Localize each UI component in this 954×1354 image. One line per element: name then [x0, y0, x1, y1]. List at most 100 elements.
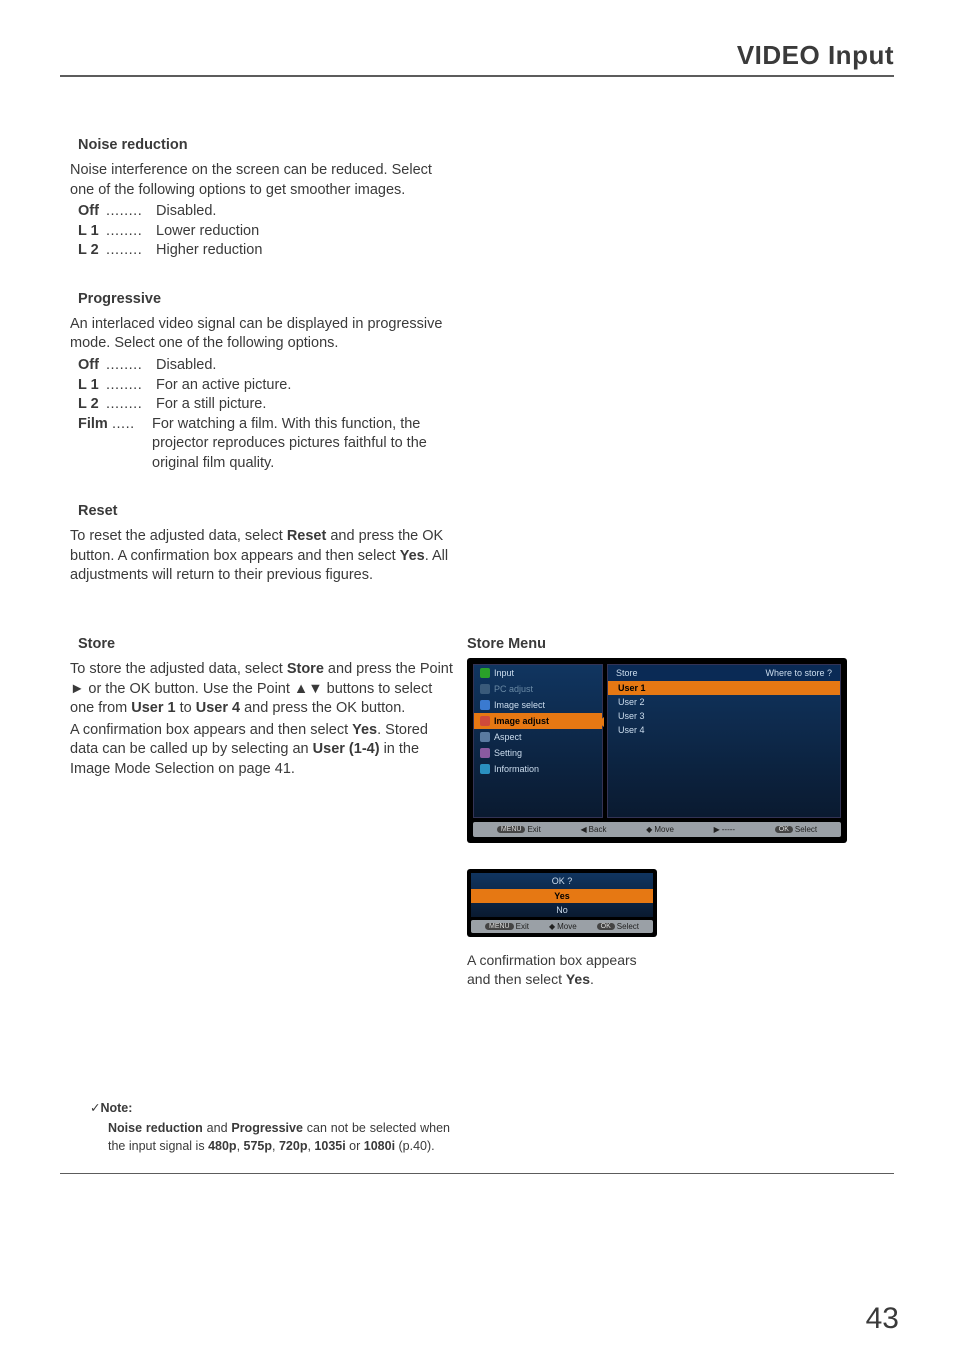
option-key: Off: [78, 356, 106, 376]
foot-move: ◆Move: [646, 825, 674, 834]
text: or: [346, 1139, 364, 1153]
sidebar-item-image-adjust: Image adjust: [474, 713, 602, 729]
text: To store the adjusted data, select: [70, 661, 287, 677]
option-key: L 1: [78, 222, 106, 242]
text: To reset the adjusted data, select: [70, 528, 287, 544]
option-value: For an active picture.: [156, 376, 455, 396]
dots: ........: [106, 376, 156, 396]
sidebar-label: Image adjust: [494, 716, 549, 726]
sidebar-label: Aspect: [494, 732, 522, 742]
option-row: L 1 ........ Lower reduction: [78, 222, 455, 242]
foot-label: Back: [589, 825, 607, 834]
section-title: Progressive: [78, 291, 455, 307]
option-row: L 2 ........ Higher reduction: [78, 241, 455, 261]
option-key: L 2: [78, 395, 106, 415]
confirm-title: OK ?: [471, 873, 653, 889]
text: to: [176, 700, 196, 716]
bold-text: Store: [287, 661, 324, 677]
bold-text: Yes: [400, 548, 425, 564]
bold-text: Yes: [566, 971, 590, 987]
foot-dash: ▶-----: [714, 825, 735, 834]
bold-text: User 4: [196, 700, 240, 716]
text: and press the OK button.: [240, 700, 405, 716]
note-header: ✓Note:: [90, 1099, 450, 1117]
cf-foot-move: ◆Move: [549, 922, 577, 931]
sidebar-item-image-select: Image select: [474, 697, 602, 713]
menu-head-right: Where to store ?: [765, 668, 832, 678]
sidebar-label: Image select: [494, 700, 545, 710]
move-icon: ◆: [549, 922, 555, 931]
ok-pill-icon: OK: [775, 826, 793, 833]
foot-label: Select: [617, 922, 639, 931]
option-value: Lower reduction: [156, 222, 455, 242]
confirm-footer: MENUExit ◆Move OKSelect: [471, 920, 653, 933]
sidebar-label: Information: [494, 764, 539, 774]
store-menu-screenshot: Input PC adjust Image select Image adjus…: [467, 658, 847, 843]
body-text: An interlaced video signal can be displa…: [70, 315, 455, 354]
sidebar-label: Input: [494, 668, 514, 678]
menu-sidebar: Input PC adjust Image select Image adjus…: [473, 664, 603, 818]
bold-text: Noise reduction: [108, 1121, 203, 1135]
cf-foot-select: OKSelect: [597, 922, 639, 931]
sidebar-item-pc-adjust: PC adjust: [474, 681, 602, 697]
bold-text: Yes: [352, 722, 377, 738]
page-header: VIDEO Input: [60, 40, 894, 77]
noise-reduction-section: Noise reduction Noise interference on th…: [60, 137, 455, 261]
option-value: For watching a film. With this function,…: [152, 415, 455, 474]
header-title: VIDEO Input: [737, 40, 894, 70]
page: VIDEO Input Noise reduction Noise interf…: [0, 0, 954, 1354]
store-menu-column: Store Menu Input PC adjust Image select …: [467, 636, 894, 989]
bold-text: User (1-4): [313, 741, 380, 757]
input-icon: [480, 668, 490, 678]
menu-pill-icon: MENU: [485, 923, 514, 930]
image-select-icon: [480, 700, 490, 710]
sidebar-item-information: Information: [474, 761, 602, 777]
note-block: ✓Note: Noise reduction and Progressive c…: [90, 1099, 450, 1155]
text: ,: [237, 1139, 244, 1153]
cf-foot-exit: MENUExit: [485, 922, 529, 931]
menu-inner: Input PC adjust Image select Image adjus…: [473, 664, 841, 818]
confirm-caption: A confirmation box appears and then sele…: [467, 951, 637, 989]
option-key: L 1: [78, 376, 106, 396]
sidebar-item-setting: Setting: [474, 745, 602, 761]
dots: ........: [106, 241, 156, 261]
reset-section: Reset To reset the adjusted data, select…: [60, 503, 455, 586]
text: and: [203, 1121, 232, 1135]
bold-text: User 1: [131, 700, 175, 716]
bold-text: 1035i: [314, 1139, 345, 1153]
section-title: Noise reduction: [78, 137, 455, 153]
foot-label: Move: [557, 922, 577, 931]
sidebar-label: PC adjust: [494, 684, 533, 694]
arrow-right-icon: ▶: [714, 825, 720, 834]
store-menu-title: Store Menu: [467, 636, 894, 652]
foot-label: -----: [722, 825, 735, 834]
bold-text: Progressive: [231, 1121, 303, 1135]
bold-text: 575p: [244, 1139, 273, 1153]
progressive-section: Progressive An interlaced video signal c…: [60, 291, 455, 474]
body-text: A confirmation box appears and then sele…: [70, 721, 455, 780]
foot-label: Select: [795, 825, 817, 834]
dots: .....: [112, 415, 152, 474]
option-row: L 2 ........ For a still picture.: [78, 395, 455, 415]
store-section: Store To store the adjusted data, select…: [60, 636, 455, 989]
dots: ........: [106, 222, 156, 242]
text: A confirmation box appears and then sele…: [70, 722, 352, 738]
option-value: Higher reduction: [156, 241, 455, 261]
chevron-left-icon: [598, 717, 604, 727]
sidebar-item-input: Input: [474, 665, 602, 681]
section-title: Reset: [78, 503, 455, 519]
option-key: Film: [78, 415, 112, 474]
menu-row-user2: User 2: [608, 695, 840, 709]
text: A confirmation box appears and then sele…: [467, 952, 637, 987]
check-icon: ✓: [90, 1101, 100, 1115]
option-value: Disabled.: [156, 356, 455, 376]
option-key: Off: [78, 202, 106, 222]
confirm-yes: Yes: [471, 889, 653, 903]
footer-rule: [60, 1173, 894, 1174]
ok-pill-icon: OK: [597, 923, 615, 930]
option-row: L 1 ........ For an active picture.: [78, 376, 455, 396]
body-text: Noise interference on the screen can be …: [70, 161, 455, 200]
note-body: Noise reduction and Progressive can not …: [108, 1119, 450, 1155]
option-row: Off ........ Disabled.: [78, 202, 455, 222]
dots: ........: [106, 395, 156, 415]
